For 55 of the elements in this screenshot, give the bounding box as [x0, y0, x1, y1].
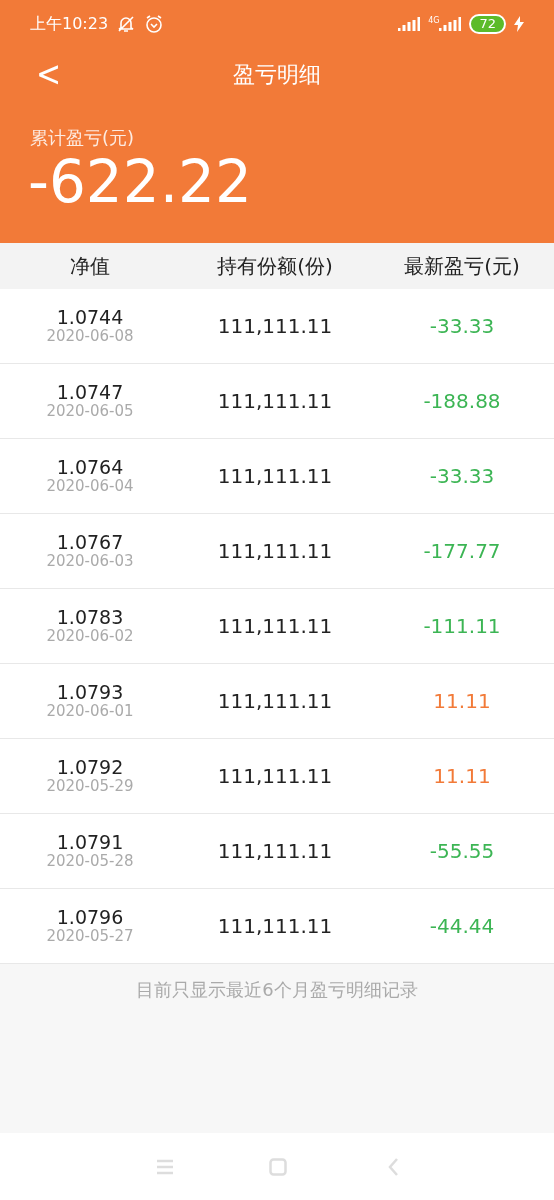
date-label: 2020-05-29	[46, 778, 134, 795]
charging-icon	[514, 16, 524, 32]
home-icon[interactable]	[268, 1157, 287, 1176]
shares-value: 111,111.11	[217, 914, 333, 938]
signal-icon	[439, 17, 462, 31]
date-label: 2020-06-05	[46, 403, 134, 420]
status-time: 上午10:23	[30, 13, 109, 35]
date-label: 2020-05-27	[46, 928, 134, 945]
shares-value: 111,111.11	[217, 389, 333, 413]
net-value: 1.0744	[56, 307, 124, 329]
battery-level: 72	[469, 14, 506, 34]
signal-icon	[398, 17, 421, 31]
column-header: 持有份额(份)	[217, 254, 333, 278]
net-value: 1.0796	[56, 907, 124, 929]
date-label: 2020-06-02	[46, 628, 134, 645]
shares-value: 111,111.11	[217, 764, 333, 788]
total-profit-label: 累计盈亏(元)	[29, 126, 136, 150]
date-label: 2020-05-28	[46, 853, 134, 870]
back-icon[interactable]	[386, 1157, 399, 1176]
net-value: 1.0793	[56, 682, 124, 704]
shares-value: 111,111.11	[217, 314, 333, 338]
profit-value: -55.55	[429, 839, 495, 863]
profit-value: -44.44	[429, 914, 495, 938]
date-label: 2020-06-04	[46, 478, 134, 495]
date-label: 2020-06-03	[46, 553, 134, 570]
net-value: 1.0764	[56, 457, 124, 479]
total-profit-value: -622.22	[27, 151, 253, 215]
column-header: 最新盈亏(元)	[404, 254, 520, 278]
net-value: 1.0791	[56, 832, 124, 854]
shares-value: 111,111.11	[217, 539, 333, 563]
shares-value: 111,111.11	[217, 839, 333, 863]
shares-value: 111,111.11	[217, 689, 333, 713]
column-header: 净值	[70, 254, 110, 278]
footer-note: 目前只显示最近6个月盈亏明细记录	[136, 979, 418, 1000]
shares-value: 111,111.11	[217, 614, 333, 638]
profit-value: 11.11	[433, 764, 491, 788]
date-label: 2020-06-08	[46, 328, 134, 345]
back-button[interactable]: <	[30, 50, 68, 98]
date-label: 2020-06-01	[46, 703, 134, 720]
net-value: 1.0747	[56, 382, 124, 404]
muted-bell-icon	[116, 14, 137, 34]
page-title: 盈亏明细	[233, 60, 321, 89]
menu-icon[interactable]	[155, 1158, 174, 1175]
profit-value: -188.88	[423, 389, 501, 413]
alarm-icon	[144, 14, 165, 34]
net-value: 1.0767	[56, 532, 124, 554]
profit-value: -177.77	[423, 539, 501, 563]
shares-value: 111,111.11	[217, 464, 333, 488]
profit-value: -33.33	[429, 464, 495, 488]
net-value: 1.0792	[56, 757, 124, 779]
profit-value: 11.11	[433, 689, 491, 713]
net-value: 1.0783	[56, 607, 124, 629]
profit-value: -111.11	[423, 614, 501, 638]
network-label: 4G	[428, 17, 440, 25]
profit-value: -33.33	[429, 314, 495, 338]
